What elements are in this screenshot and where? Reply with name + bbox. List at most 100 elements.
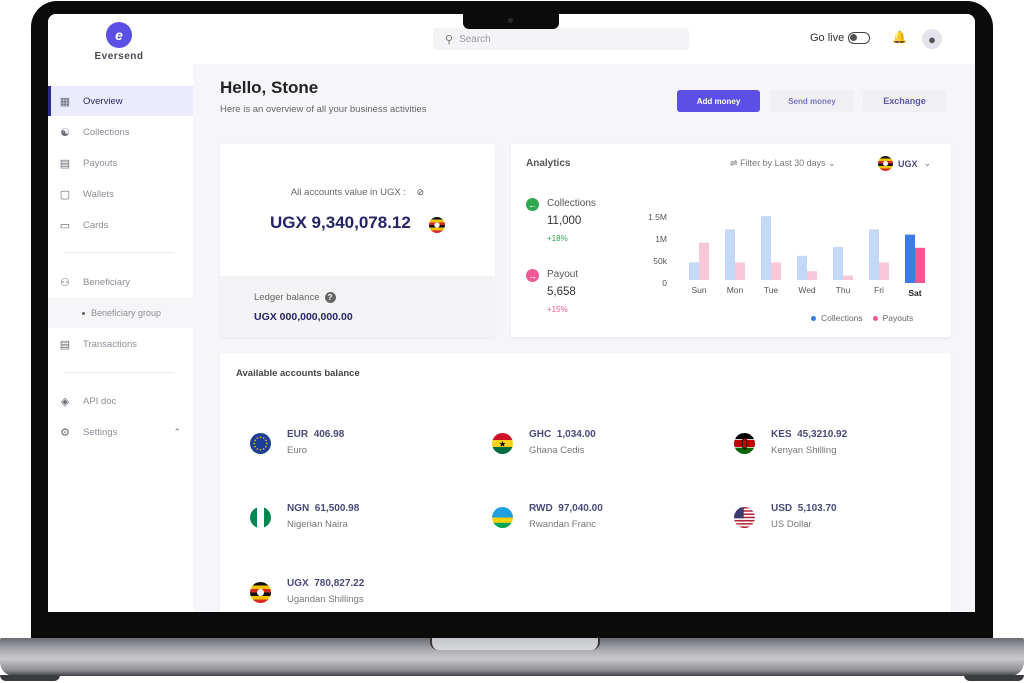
account-amount: UGX 780,827.22 [287, 578, 364, 589]
card-icon: ▭ [59, 219, 71, 232]
bar-payouts-fri[interactable] [879, 262, 889, 280]
bar-payouts-sat[interactable] [915, 247, 925, 283]
rwanda-flag-icon [492, 507, 513, 528]
sidebar-item-wallets[interactable]: ▢ Wallets [48, 179, 193, 209]
sidebar-item-cards[interactable]: ▭ Cards [48, 210, 193, 240]
bar-collections-thu[interactable] [833, 247, 843, 280]
bar-collections-fri[interactable] [869, 229, 879, 280]
currency-code: USD [771, 503, 793, 514]
arrow-right-icon: → [526, 269, 539, 282]
account-amount: NGN 61,500.98 [287, 503, 359, 514]
sidebar-item-beneficiary-group[interactable]: Beneficiary group [48, 298, 193, 328]
bell-icon[interactable]: 🔔 [892, 30, 907, 44]
sidebar-item-beneficiary[interactable]: ⚇ Beneficiary [48, 267, 193, 297]
balances-title: Available accounts balance [236, 368, 360, 379]
sidebar: e Eversend ▦ Overview ☯ Collections ▤ Pa… [48, 14, 193, 612]
account-item-ngn[interactable]: NGN 61,500.98 Nigerian Naira [250, 503, 450, 535]
sidebar-item-collections[interactable]: ☯ Collections [48, 117, 193, 147]
y-tick-label: 50k [653, 256, 667, 266]
x-tick-label: Tue [764, 285, 779, 295]
legend-item-collections: Collections [811, 313, 863, 323]
bar-payouts-tue[interactable] [771, 262, 781, 280]
receipt-icon: ▤ [59, 338, 71, 351]
currency-code: KES [771, 429, 792, 440]
currency-select[interactable]: UGX ⌄ [878, 156, 931, 171]
search-placeholder: Search [459, 33, 491, 45]
search-input[interactable]: ⚲ Search [433, 28, 689, 50]
currency-code: EUR [287, 429, 309, 440]
send-money-button[interactable]: Send money [770, 90, 854, 112]
bar-payouts-thu[interactable] [843, 275, 853, 280]
sidebar-item-label: Settings [83, 426, 118, 438]
currency-name: Nigerian Naira [287, 519, 348, 530]
account-item-ugx[interactable]: UGX 780,827.22 Ugandan Shillings [250, 578, 450, 610]
account-item-kes[interactable]: KES 45,3210.92 Kenyan Shilling [734, 429, 934, 461]
page-subtitle: Here is an overview of all your business… [220, 104, 427, 115]
legend-dot [811, 316, 816, 322]
filter-label: Filter by Last 30 days [740, 158, 826, 168]
sidebar-divider [64, 372, 174, 373]
bar-payouts-sun[interactable] [699, 242, 709, 280]
filter-dropdown[interactable]: ⇌ Filter by Last 30 days ⌄ [730, 158, 836, 169]
sidebar-item-overview[interactable]: ▦ Overview [48, 86, 193, 116]
eye-off-icon[interactable]: ⊘ [417, 187, 425, 197]
gear-icon: ⚙ [60, 426, 70, 439]
currency-code: GHC [529, 429, 552, 440]
metric-value: 5,658 [547, 286, 576, 298]
account-item-usd[interactable]: USD 5,103.70 US Dollar [734, 503, 934, 535]
bar-collections-wed[interactable] [797, 255, 807, 280]
eversend-logo-icon[interactable]: e [106, 22, 132, 48]
wallet-icon: ▢ [59, 188, 71, 201]
money-bag-icon: ☯ [60, 126, 70, 139]
help-icon[interactable]: ? [324, 292, 336, 303]
metric-label: Payout [547, 269, 579, 280]
sidebar-item-settings[interactable]: ⚙ Settings ⌃ [48, 417, 193, 447]
sidebar-item-transactions[interactable]: ▤ Transactions [48, 329, 193, 359]
analytics-card: Analytics ⇌ Filter by Last 30 days ⌄ UGX… [511, 144, 951, 337]
laptop-foot-left [0, 675, 60, 681]
total-label: All accounts value in UGX : [290, 187, 406, 198]
exchange-button[interactable]: Exchange [863, 90, 946, 112]
toggle-switch[interactable] [848, 32, 871, 44]
search-icon: ⚲ [445, 33, 454, 46]
y-tick-label: 1M [655, 234, 667, 244]
bar-collections-mon[interactable] [725, 229, 735, 280]
avatar[interactable]: ● [922, 29, 942, 49]
sidebar-item-payouts[interactable]: ▤ Payouts [48, 148, 193, 178]
sidebar-item-label: Cards [83, 219, 109, 231]
x-tick-label: Thu [836, 285, 851, 295]
account-item-rwd[interactable]: RWD 97,040.00 Rwandan Franc [492, 503, 692, 535]
chevron-up-icon[interactable]: ⌃ [173, 427, 181, 438]
account-amount: USD 5,103.70 [771, 503, 837, 514]
brand-name: Eversend [94, 51, 144, 62]
add-money-button[interactable]: Add money [677, 90, 760, 112]
bar-collections-sun[interactable] [689, 262, 699, 280]
ledger-value: UGX 000,000,000.00 [254, 311, 353, 323]
currency-name: Kenyan Shilling [771, 445, 837, 456]
user-icon: ● [928, 31, 936, 47]
ghana-flag-icon [492, 433, 513, 454]
available-balances-card: Available accounts balance EUR 406.98 Eur… [220, 353, 951, 612]
bar-collections-tue[interactable] [761, 216, 771, 280]
y-tick-label: 0 [662, 278, 667, 288]
uganda-flag-icon [429, 217, 445, 233]
go-live-toggle[interactable]: Go live [810, 32, 871, 44]
currency-name: US Dollar [771, 519, 812, 530]
ledger-label: Ledger balance [254, 292, 320, 303]
bar-payouts-wed[interactable] [807, 271, 817, 280]
bar-collections-sat[interactable] [905, 234, 915, 283]
amount-value: 97,040.00 [558, 503, 603, 514]
bar-payouts-mon[interactable] [735, 262, 745, 280]
sidebar-item-api-doc[interactable]: ◈ API doc [48, 386, 193, 416]
total-value: UGX 9,340,078.12 [270, 213, 411, 232]
app-screen: e Eversend ▦ Overview ☯ Collections ▤ Pa… [48, 14, 975, 612]
account-item-ghc[interactable]: GHC 1,034.00 Ghana Cedis [492, 429, 692, 461]
amount-value: 5,103.70 [797, 503, 837, 514]
account-item-eur[interactable]: EUR 406.98 Euro [250, 429, 450, 461]
x-tick-label: Mon [727, 285, 744, 295]
x-tick-label: Sat [908, 288, 921, 298]
arrow-left-icon: ← [526, 198, 539, 211]
sidebar-item-label: Beneficiary [83, 276, 130, 288]
x-tick-label: Fri [874, 285, 884, 295]
total-balance-card: All accounts value in UGX : ⊘ UGX 9,340,… [220, 144, 495, 337]
